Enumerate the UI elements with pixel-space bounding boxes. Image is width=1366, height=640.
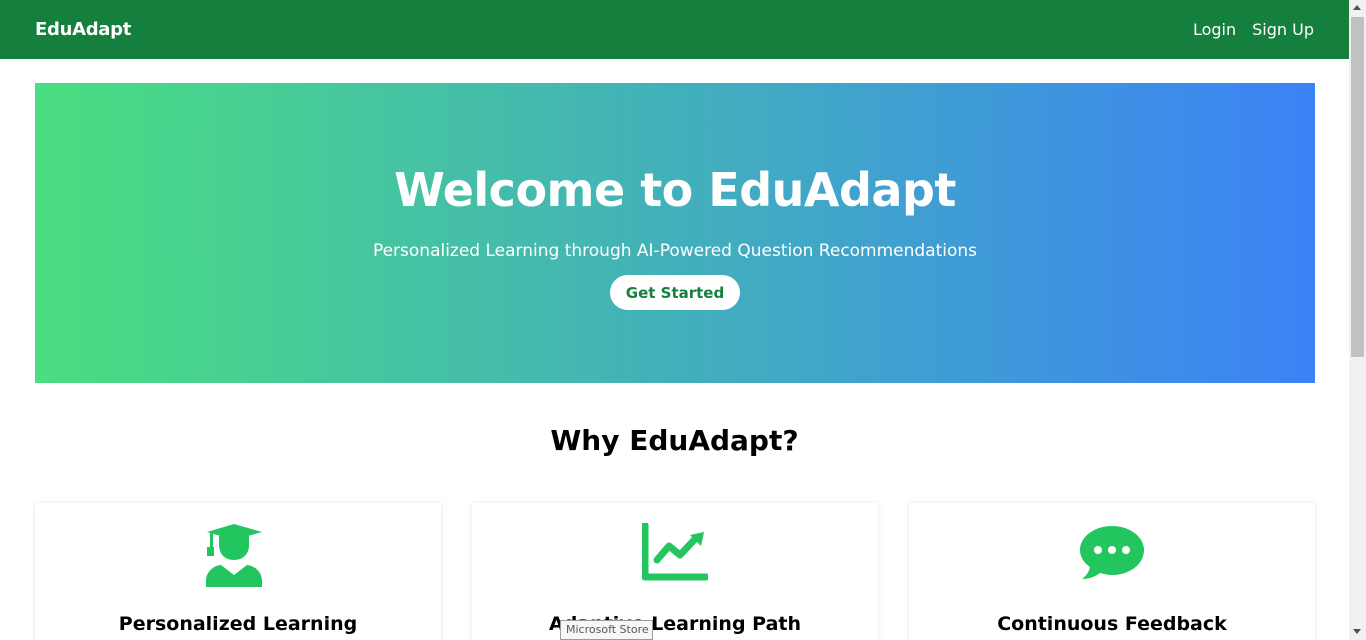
scroll-up-arrow-icon[interactable] xyxy=(1353,5,1361,10)
graduate-icon xyxy=(206,524,262,587)
feature-card-personalized: Personalized Learning xyxy=(35,503,441,640)
signup-link[interactable]: Sign Up xyxy=(1252,20,1314,39)
navbar: EduAdapt Login Sign Up xyxy=(0,0,1349,59)
hero-subtitle: Personalized Learning through AI-Powered… xyxy=(372,241,978,261)
chart-line-icon xyxy=(642,523,708,581)
chat-bubble-icon xyxy=(1080,526,1144,579)
get-started-button[interactable]: Get Started xyxy=(609,275,741,310)
feature-card-adaptive: Adaptive Learning Path xyxy=(472,503,878,640)
scroll-down-arrow-icon[interactable] xyxy=(1353,629,1361,634)
page: EduAdapt Login Sign Up Welcome to EduAda… xyxy=(0,0,1366,640)
hero-banner: Welcome to EduAdapt Personalized Learnin… xyxy=(35,83,1315,383)
login-link[interactable]: Login xyxy=(1193,20,1236,39)
hero-title: Welcome to EduAdapt xyxy=(394,163,956,217)
features-title: Why EduAdapt? xyxy=(550,424,799,457)
feature-card-title: Continuous Feedback xyxy=(997,613,1227,635)
scroll-thumb[interactable] xyxy=(1351,17,1364,357)
vertical-scrollbar[interactable] xyxy=(1349,0,1366,640)
feature-card-title: Personalized Learning xyxy=(118,613,358,635)
brand-logo[interactable]: EduAdapt xyxy=(35,19,131,40)
feature-card-feedback: Continuous Feedback xyxy=(909,503,1315,640)
nav-links: Login Sign Up xyxy=(1193,20,1314,39)
store-tooltip: Microsoft Store xyxy=(560,620,653,640)
